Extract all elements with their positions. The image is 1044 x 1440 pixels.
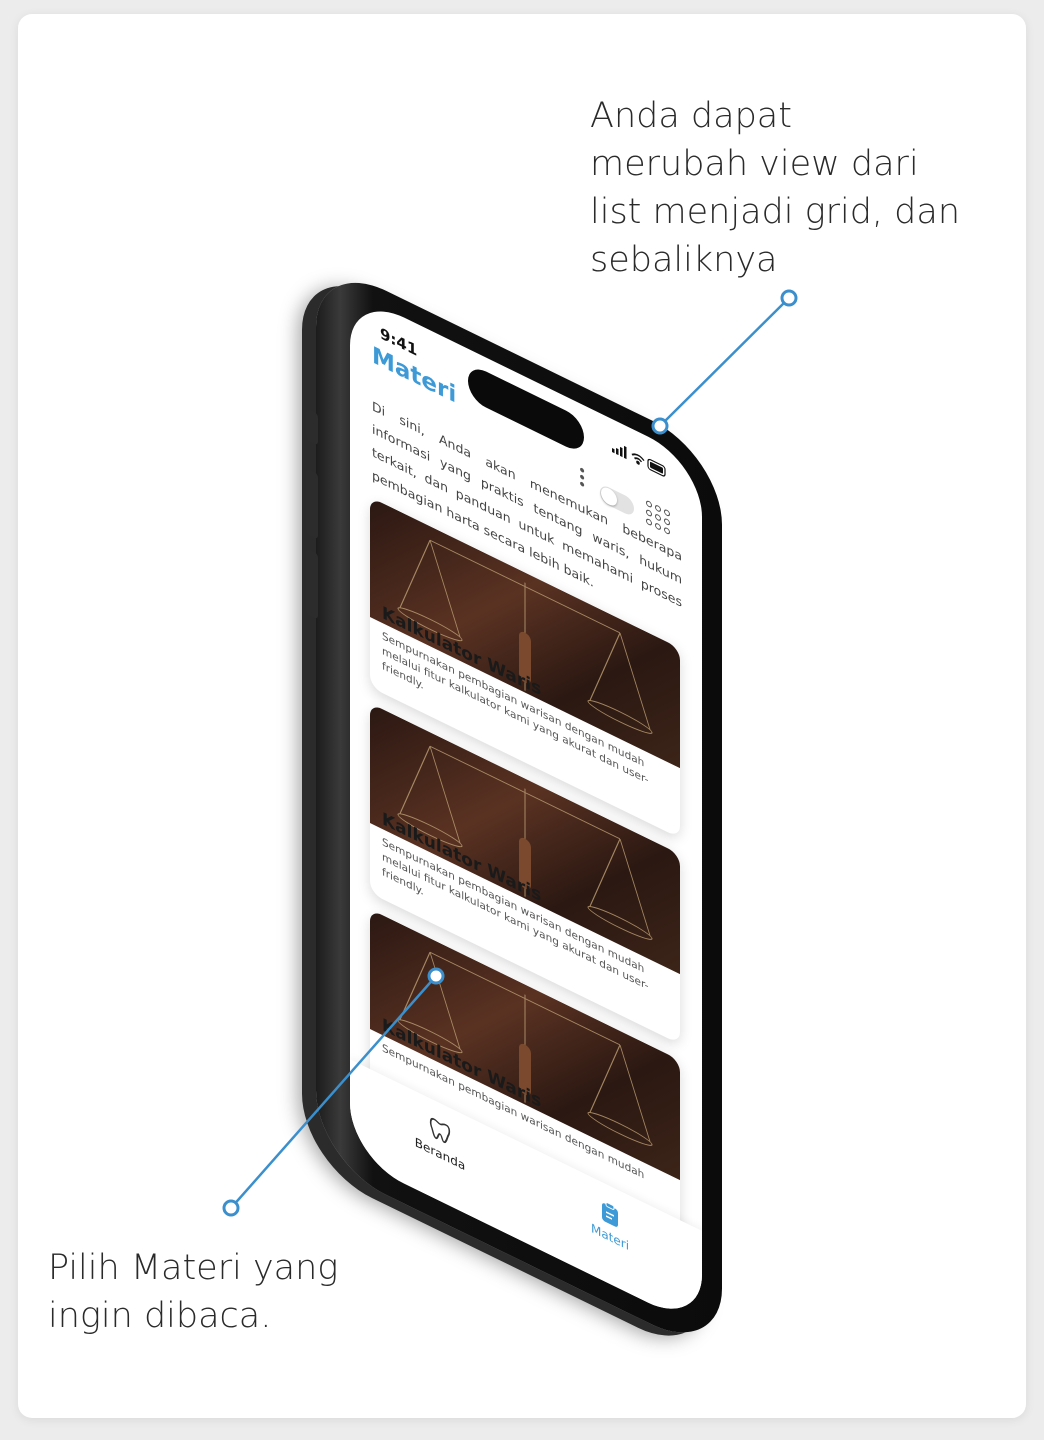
wifi-icon bbox=[631, 453, 645, 465]
toggle-knob bbox=[601, 484, 617, 509]
annotation-select-materi: Pilih Materi yang ingin dibaca. bbox=[48, 1248, 339, 1336]
app-screen: 9:41 Materi • • • Di sini, Anda akan men… bbox=[350, 291, 702, 1329]
phone-mute-button bbox=[306, 407, 318, 446]
signal-icon bbox=[612, 445, 627, 460]
phone-volume-up-button bbox=[306, 467, 318, 540]
dots-vertical-icon[interactable]: • • • bbox=[578, 461, 586, 495]
status-icons bbox=[612, 439, 668, 483]
battery-icon bbox=[647, 458, 666, 477]
annotation-view-toggle: Anda dapat merubah view dari list menjad… bbox=[590, 96, 961, 280]
phone-volume-down-button bbox=[306, 547, 318, 620]
phone-mockup: 9:41 Materi • • • Di sini, Anda akan men… bbox=[306, 256, 722, 1389]
